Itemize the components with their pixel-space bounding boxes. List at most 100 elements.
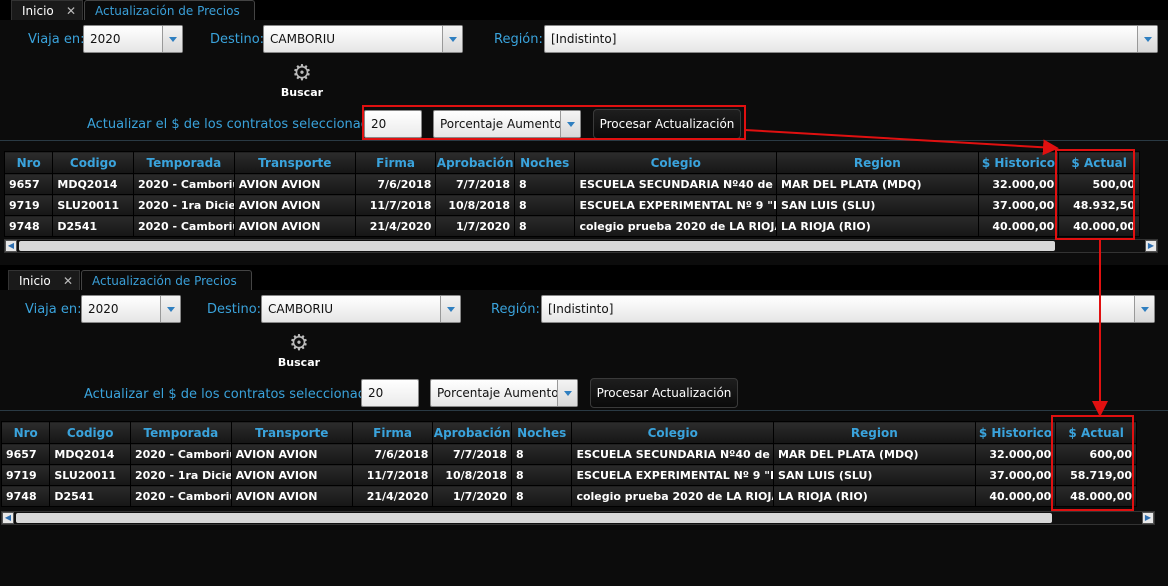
col-header-region[interactable]: Region — [773, 421, 976, 444]
viaja-label: Viaja en: — [25, 302, 82, 317]
buscar-button[interactable]: ⚙ Buscar — [272, 61, 332, 100]
tab-actualizacion-precios[interactable]: Actualización de Precios — [84, 0, 255, 20]
col-header-aprobacion[interactable]: Aprobación — [435, 151, 515, 174]
col-header-aprobacion[interactable]: Aprobación — [432, 421, 512, 444]
chevron-down-icon[interactable] — [1134, 296, 1154, 322]
highlight-box-actual-before — [1055, 149, 1135, 240]
cell-historico: 40.000,00 — [977, 215, 1060, 237]
tab-label: Actualización de Precios — [92, 274, 237, 288]
col-header-codigo[interactable]: Codigo — [49, 421, 131, 444]
col-header-codigo[interactable]: Codigo — [52, 151, 134, 174]
scroll-right-icon[interactable]: ▶ — [1145, 240, 1157, 252]
col-header-nro[interactable]: Nro — [3, 151, 54, 174]
region-select[interactable]: [Indistinto] — [541, 295, 1155, 323]
viaja-select[interactable]: 2020 — [83, 25, 183, 53]
table-row[interactable]: 9748 D2541 2020 - Camboriú AVION AVION 2… — [3, 215, 1140, 237]
contracts-table: Nro Codigo Temporada Transporte Firma Ap… — [3, 151, 1140, 237]
chevron-down-icon[interactable] — [162, 26, 182, 52]
buscar-label: Buscar — [280, 86, 324, 99]
chevron-down-icon[interactable] — [1137, 26, 1157, 52]
scroll-right-icon[interactable]: ▶ — [1142, 512, 1154, 524]
cell-noches: 8 — [513, 215, 576, 237]
cell-transporte: AVION AVION — [230, 485, 353, 507]
col-header-historico[interactable]: $ Historico — [974, 421, 1057, 444]
actualizar-label: Actualizar el $ de los contratos selecci… — [87, 117, 396, 132]
gear-icon: ⚙ — [292, 61, 312, 86]
viaja-value: 2020 — [90, 32, 121, 46]
col-header-noches[interactable]: Noches — [510, 421, 573, 444]
tab-actualizacion-precios[interactable]: Actualización de Precios — [81, 270, 252, 290]
col-header-firma[interactable]: Firma — [354, 151, 437, 174]
viaja-label: Viaja en: — [28, 32, 85, 47]
cell-transporte: AVION AVION — [230, 443, 353, 465]
cell-temporada: 2020 - Camboriú — [133, 215, 235, 237]
tab-bar: Inicio ✕ Actualización de Precios — [0, 0, 1168, 20]
destino-label: Destino: — [207, 302, 262, 317]
cell-temporada: 2020 - 1ra Diciem — [130, 464, 232, 486]
cell-colegio: ESCUELA EXPERIMENTAL Nº 9 "DOCTO — [574, 194, 778, 216]
tipo-value: Porcentaje Aumento — [437, 386, 559, 400]
cell-region: MAR DEL PLATA (MDQ) — [773, 443, 976, 465]
chevron-down-icon[interactable] — [442, 26, 462, 52]
cell-nro: 9719 — [0, 464, 51, 486]
viaja-select[interactable]: 2020 — [81, 295, 181, 323]
destino-select[interactable]: CAMBORIU — [261, 295, 461, 323]
region-value: [Indistinto] — [551, 32, 617, 46]
chevron-down-icon[interactable] — [557, 380, 577, 406]
col-header-historico[interactable]: $ Historico — [977, 151, 1060, 174]
amount-input[interactable]: 20 — [361, 379, 419, 407]
actualizar-label: Actualizar el $ de los contratos selecci… — [84, 387, 393, 402]
horizontal-scrollbar[interactable]: ◀ ▶ — [1, 511, 1155, 525]
table-row[interactable]: 9657 MDQ2014 2020 - Camboriú AVION AVION… — [0, 443, 1137, 465]
close-icon[interactable]: ✕ — [63, 271, 73, 291]
horizontal-scrollbar[interactable]: ◀ ▶ — [4, 239, 1158, 253]
scroll-left-icon[interactable]: ◀ — [5, 240, 17, 252]
panel-after: Inicio ✕ Actualización de Precios Viaja … — [0, 270, 1168, 586]
tipo-select[interactable]: Porcentaje Aumento — [430, 379, 578, 407]
cell-region: MAR DEL PLATA (MDQ) — [776, 173, 979, 195]
cell-aprobacion: 10/8/2018 — [435, 194, 515, 216]
col-header-temporada[interactable]: Temporada — [133, 151, 235, 174]
contracts-grid[interactable]: Nro Codigo Temporada Transporte Firma Ap… — [0, 421, 1157, 531]
col-header-firma[interactable]: Firma — [351, 421, 434, 444]
col-header-transporte[interactable]: Transporte — [233, 151, 356, 174]
buscar-button[interactable]: ⚙ Buscar — [269, 332, 329, 370]
scroll-thumb[interactable] — [19, 241, 1055, 251]
close-icon[interactable]: ✕ — [66, 1, 76, 21]
destino-select[interactable]: CAMBORIU — [263, 25, 463, 53]
cell-aprobacion: 1/7/2020 — [435, 215, 515, 237]
col-header-temporada[interactable]: Temporada — [130, 421, 232, 444]
col-header-colegio[interactable]: Colegio — [574, 151, 778, 174]
col-header-noches[interactable]: Noches — [513, 151, 576, 174]
scroll-thumb[interactable] — [16, 513, 1052, 523]
tab-inicio[interactable]: Inicio ✕ — [8, 270, 80, 290]
col-header-region[interactable]: Region — [776, 151, 979, 174]
contracts-table: Nro Codigo Temporada Transporte Firma Ap… — [0, 421, 1137, 507]
cell-transporte: AVION AVION — [233, 173, 356, 195]
cell-codigo: D2541 — [49, 485, 131, 507]
col-header-nro[interactable]: Nro — [0, 421, 51, 444]
tab-inicio[interactable]: Inicio ✕ — [11, 0, 83, 20]
table-row[interactable]: 9657 MDQ2014 2020 - Camboriú AVION AVION… — [3, 173, 1140, 195]
contracts-grid[interactable]: Nro Codigo Temporada Transporte Firma Ap… — [3, 151, 1160, 257]
chevron-down-icon[interactable] — [440, 296, 460, 322]
col-header-colegio[interactable]: Colegio — [571, 421, 775, 444]
procesar-button[interactable]: Procesar Actualización — [590, 378, 738, 408]
cell-colegio: colegio prueba 2020 de LA RIOJA — [571, 485, 775, 507]
cell-firma: 7/6/2018 — [351, 443, 434, 465]
table-row[interactable]: 9719 SLU20011 2020 - 1ra Diciem AVION AV… — [0, 464, 1137, 486]
cell-transporte: AVION AVION — [230, 464, 353, 486]
cell-region: SAN LUIS (SLU) — [776, 194, 979, 216]
cell-aprobacion: 7/7/2018 — [435, 173, 515, 195]
cell-historico: 37.000,00 — [977, 194, 1060, 216]
cell-colegio: ESCUELA SECUNDARIA Nº40 de MAR DEL — [574, 173, 778, 195]
destino-value: CAMBORIU — [268, 302, 334, 316]
region-select[interactable]: [Indistinto] — [544, 25, 1158, 53]
cell-colegio: colegio prueba 2020 de LA RIOJA — [574, 215, 778, 237]
table-row[interactable]: 9748 D2541 2020 - Camboriú AVION AVION 2… — [0, 485, 1137, 507]
scroll-left-icon[interactable]: ◀ — [2, 512, 14, 524]
cell-noches: 8 — [513, 194, 576, 216]
table-row[interactable]: 9719 SLU20011 2020 - 1ra Diciem AVION AV… — [3, 194, 1140, 216]
chevron-down-icon[interactable] — [160, 296, 180, 322]
col-header-transporte[interactable]: Transporte — [230, 421, 353, 444]
